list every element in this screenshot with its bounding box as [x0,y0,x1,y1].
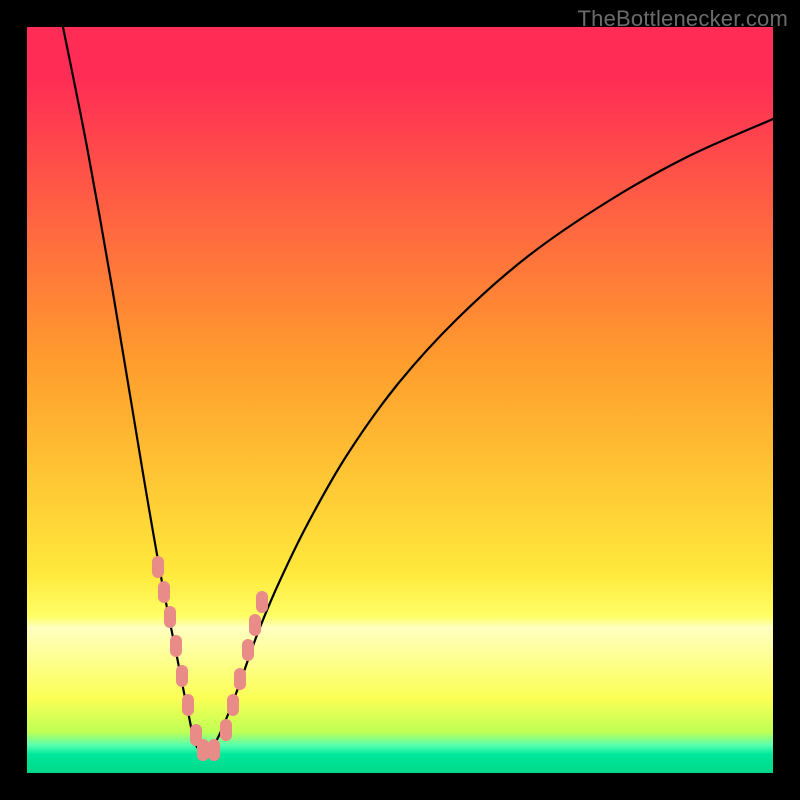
chart-frame [27,27,773,773]
background-gradient [27,27,773,773]
